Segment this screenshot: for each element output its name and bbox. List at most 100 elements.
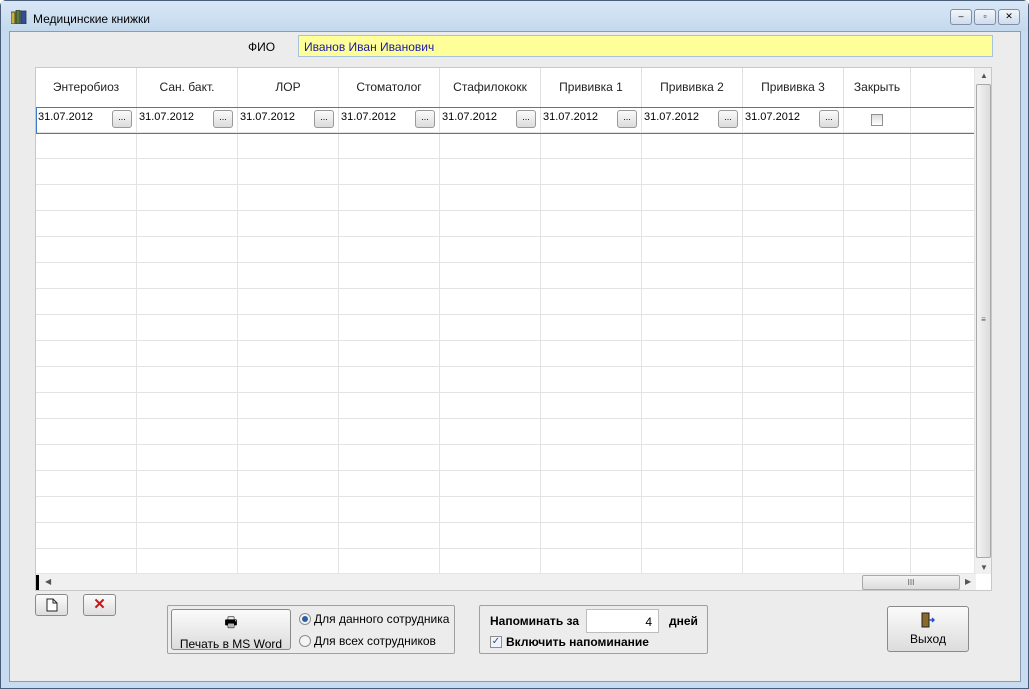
table-cell[interactable] [339,471,440,497]
table-cell[interactable] [743,211,844,237]
table-cell[interactable] [541,471,642,497]
table-cell[interactable] [541,263,642,289]
table-cell[interactable] [743,159,844,185]
radio-all-employees[interactable] [299,635,311,647]
table-cell[interactable] [238,159,339,185]
table-cell[interactable] [743,263,844,289]
table-cell[interactable] [911,159,976,185]
column-header[interactable]: Закрыть [844,68,911,107]
radio-current-employee[interactable] [299,613,311,625]
table-cell[interactable] [642,445,743,471]
table-cell[interactable] [642,549,743,575]
table-cell[interactable] [36,367,137,393]
table-cell[interactable] [642,237,743,263]
table-cell[interactable] [844,263,911,289]
table-cell[interactable] [36,393,137,419]
table-cell[interactable] [911,263,976,289]
table-cell[interactable] [440,237,541,263]
table-cell[interactable] [844,315,911,341]
table-cell[interactable] [36,523,137,549]
table-cell[interactable] [440,367,541,393]
horizontal-scrollbar[interactable]: ◀ III ▶ [36,573,976,590]
table-cell[interactable] [36,445,137,471]
table-cell[interactable] [541,159,642,185]
table-cell[interactable] [238,393,339,419]
table-cell[interactable] [137,341,238,367]
table-cell[interactable] [440,497,541,523]
table-cell[interactable] [137,445,238,471]
table-cell[interactable] [642,367,743,393]
date-picker-button[interactable]: ... [314,110,334,128]
table-cell[interactable] [36,263,137,289]
table-cell[interactable] [541,211,642,237]
table-cell[interactable] [642,341,743,367]
table-cell[interactable] [642,471,743,497]
table-row[interactable] [36,445,976,471]
table-cell[interactable] [844,497,911,523]
table-cell[interactable] [541,393,642,419]
table-cell[interactable] [911,237,976,263]
table-cell[interactable] [238,289,339,315]
table-cell[interactable] [844,133,911,159]
table-cell[interactable] [911,497,976,523]
table-cell[interactable] [642,211,743,237]
table-cell[interactable] [911,341,976,367]
table-cell[interactable] [844,419,911,445]
table-cell[interactable] [541,497,642,523]
column-header[interactable]: Стоматолог [339,68,440,107]
table-cell[interactable] [137,289,238,315]
table-cell[interactable] [238,367,339,393]
table-cell[interactable] [440,341,541,367]
table-cell[interactable] [137,367,238,393]
table-cell[interactable] [137,419,238,445]
table-cell[interactable] [440,419,541,445]
table-cell[interactable] [238,523,339,549]
date-picker-button[interactable]: ... [819,110,839,128]
table-cell[interactable] [137,263,238,289]
table-cell[interactable] [541,185,642,211]
table-cell[interactable] [36,159,137,185]
table-cell[interactable] [137,211,238,237]
table-cell[interactable] [541,315,642,341]
table-cell[interactable] [238,211,339,237]
table-row[interactable] [36,159,976,185]
date-picker-button[interactable]: ... [617,110,637,128]
minimize-button[interactable]: – [950,9,972,25]
table-cell[interactable] [743,185,844,211]
table-cell[interactable] [238,185,339,211]
close-button[interactable]: ✕ [998,9,1020,25]
column-header[interactable]: Прививка 3 [743,68,844,107]
table-cell[interactable] [743,133,844,159]
table-cell[interactable] [844,237,911,263]
column-header[interactable]: Прививка 1 [541,68,642,107]
table-cell[interactable] [238,445,339,471]
table-row[interactable] [36,263,976,289]
column-header[interactable]: Энтеробиоз [36,68,137,107]
scroll-left-icon[interactable]: ◀ [45,577,51,586]
table-cell[interactable] [137,471,238,497]
table-cell[interactable] [339,549,440,575]
table-cell[interactable] [36,237,137,263]
table-cell[interactable] [541,367,642,393]
table-cell[interactable] [440,445,541,471]
table-cell[interactable] [541,549,642,575]
table-row[interactable] [36,419,976,445]
table-cell[interactable] [440,133,541,159]
table-cell[interactable] [339,211,440,237]
table-cell[interactable] [541,445,642,471]
table-cell[interactable] [238,549,339,575]
date-picker-button[interactable]: ... [415,110,435,128]
table-cell[interactable] [339,393,440,419]
column-header[interactable]: Сан. бакт. [137,68,238,107]
table-cell[interactable] [137,237,238,263]
table-row[interactable] [36,185,976,211]
table-cell[interactable] [36,419,137,445]
vertical-scrollbar[interactable]: ▲ ≡ ▼ [974,68,991,574]
table-cell[interactable] [541,523,642,549]
table-cell[interactable]: 31.07.2012... [36,107,137,133]
table-row[interactable] [36,471,976,497]
table-cell[interactable] [339,185,440,211]
table-cell[interactable] [137,549,238,575]
table-cell[interactable] [743,341,844,367]
table-cell[interactable] [36,471,137,497]
